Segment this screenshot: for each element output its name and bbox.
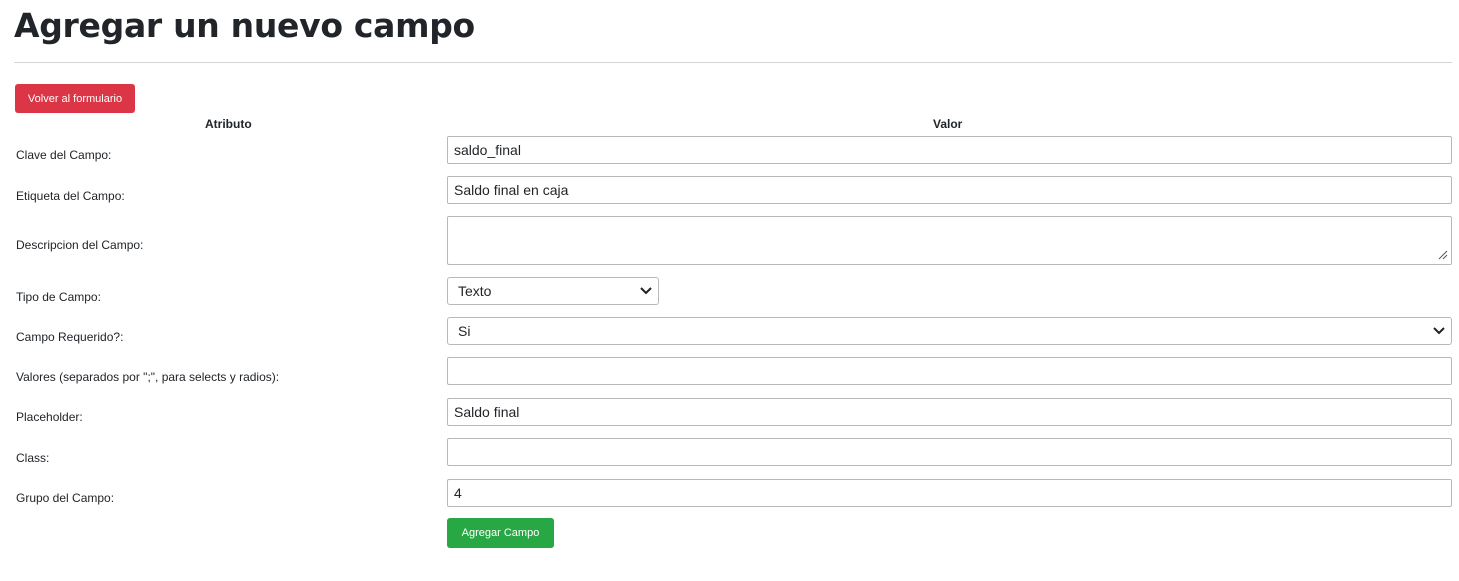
field-group-label: Grupo del Campo:: [16, 491, 115, 505]
page-title: Agregar un nuevo campo: [14, 6, 475, 45]
field-type-select[interactable]: Texto: [447, 277, 659, 305]
field-placeholder-label: Placeholder:: [16, 410, 83, 424]
field-values-label: Valores (separados por ";", para selects…: [16, 370, 280, 384]
field-required-select[interactable]: Si: [447, 317, 1452, 345]
chevron-down-icon: [1433, 327, 1445, 335]
field-group-input[interactable]: [447, 479, 1452, 507]
add-field-button[interactable]: Agregar Campo: [447, 518, 554, 548]
field-class-label: Class:: [16, 451, 50, 465]
title-divider: [14, 62, 1452, 63]
back-to-form-button[interactable]: Volver al formulario: [15, 84, 135, 113]
field-placeholder-input[interactable]: [447, 398, 1452, 426]
field-required-label: Campo Requerido?:: [16, 330, 124, 344]
resize-grip-icon[interactable]: [1438, 250, 1448, 260]
field-label-label: Etiqueta del Campo:: [16, 189, 125, 203]
field-type-label: Tipo de Campo:: [16, 290, 101, 304]
field-values-input[interactable]: [447, 357, 1452, 385]
field-key-label: Clave del Campo:: [16, 148, 112, 162]
column-header-value: Valor: [933, 117, 963, 131]
field-description-textarea[interactable]: [447, 216, 1452, 265]
chevron-down-icon: [640, 287, 652, 295]
field-class-input[interactable]: [447, 438, 1452, 466]
field-type-selected-value: Texto: [458, 283, 492, 299]
field-key-input[interactable]: [447, 136, 1452, 164]
column-header-attribute: Atributo: [205, 117, 252, 131]
field-label-input[interactable]: [447, 176, 1452, 204]
field-description-label: Descripcion del Campo:: [16, 238, 144, 252]
field-required-selected-value: Si: [458, 323, 471, 339]
